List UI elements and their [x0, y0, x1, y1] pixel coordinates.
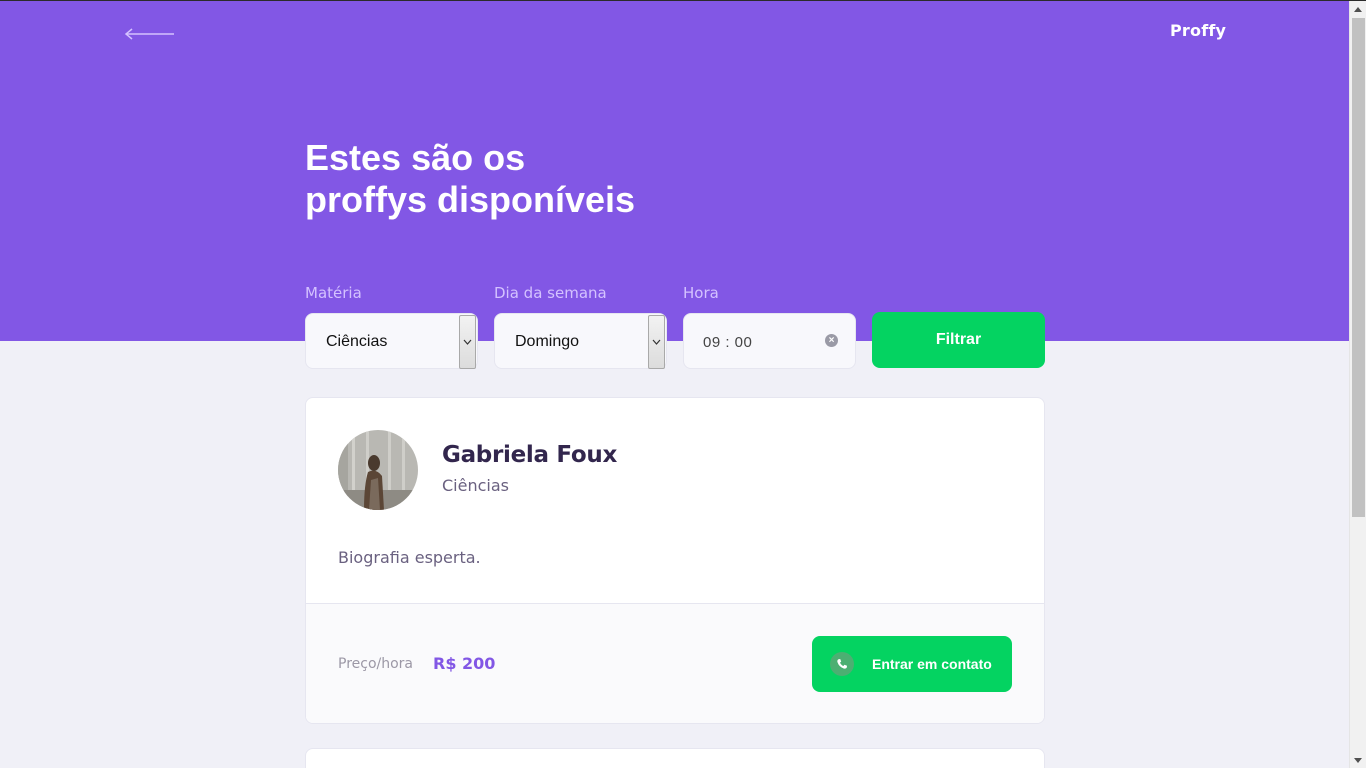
weekday-select-value: Domingo — [515, 333, 580, 350]
contact-button[interactable]: Entrar em contato — [812, 636, 1012, 692]
weekday-label: Dia da semana — [494, 284, 607, 302]
proffy-logo: Proffy — [1170, 21, 1227, 40]
scroll-down-icon[interactable] — [1354, 758, 1362, 763]
whatsapp-icon — [830, 652, 854, 676]
subject-select-value: Ciências — [326, 333, 388, 350]
chevron-down-icon — [652, 339, 661, 345]
chevron-down-icon — [463, 339, 472, 345]
back-arrow-icon[interactable] — [124, 23, 176, 45]
price-label: Preço/hora — [338, 656, 414, 672]
price-value: R$ 200 — [433, 654, 496, 673]
weekday-select-dropdown[interactable] — [648, 315, 665, 369]
teacher-card: Gabriela Foux Ciências Biografia esperta… — [305, 397, 1045, 724]
filter-button[interactable]: Filtrar — [872, 312, 1045, 368]
clear-icon[interactable]: × — [825, 334, 838, 347]
page-title-line2: proffys disponíveis — [305, 179, 636, 220]
scrollbar-thumb[interactable] — [1352, 18, 1365, 517]
subject-select-dropdown[interactable] — [459, 315, 476, 369]
teacher-subject: Ciências — [442, 476, 509, 495]
teacher-card-next — [305, 748, 1045, 768]
subject-label: Matéria — [305, 284, 362, 302]
page-title-line1: Estes são os — [305, 137, 526, 178]
card-footer: Preço/hora R$ 200 Entrar em contato — [306, 603, 1044, 723]
scroll-up-icon[interactable] — [1354, 7, 1362, 12]
teacher-bio: Biografia esperta. — [338, 548, 481, 567]
subject-select[interactable]: Ciências — [305, 313, 478, 369]
scrollbar[interactable] — [1349, 1, 1366, 768]
time-label: Hora — [683, 284, 719, 302]
time-input-value: 09 : 00 — [703, 334, 753, 351]
teacher-name: Gabriela Foux — [442, 442, 617, 468]
contact-button-label: Entrar em contato — [872, 656, 992, 672]
weekday-select[interactable]: Domingo — [494, 313, 667, 369]
avatar — [338, 430, 418, 510]
time-input[interactable]: 09 : 00 × — [683, 313, 856, 369]
page-title: Estes são os proffys disponíveis — [305, 137, 725, 221]
page-header: Proffy Estes são os proffys disponíveis — [0, 1, 1349, 341]
